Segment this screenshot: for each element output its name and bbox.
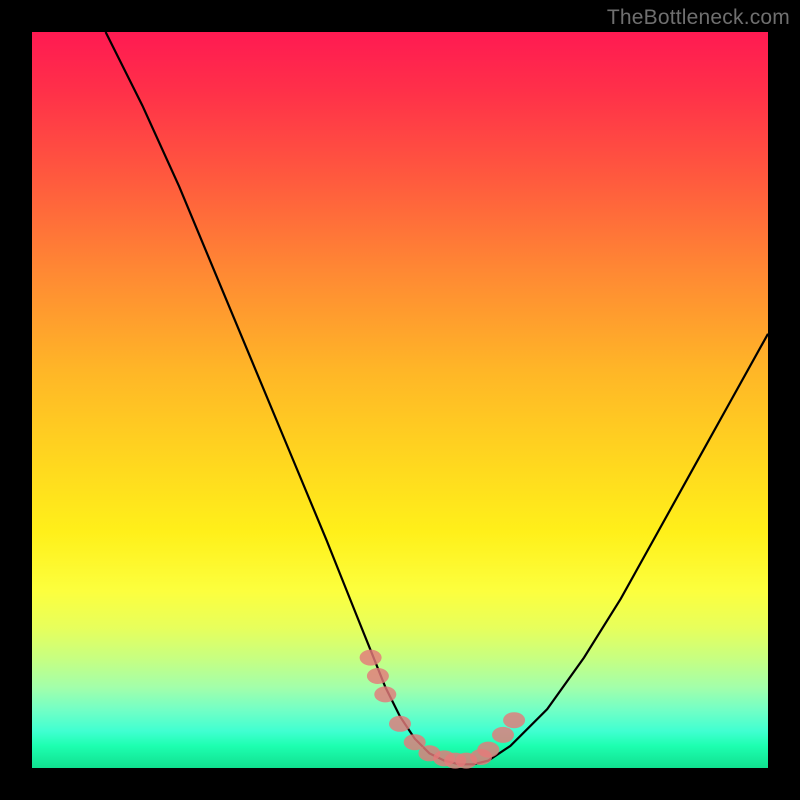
- curve-marker: [492, 727, 514, 743]
- curve-marker: [367, 668, 389, 684]
- curve-marker: [374, 686, 396, 702]
- chart-frame: TheBottleneck.com: [0, 0, 800, 800]
- curve-marker: [360, 650, 382, 666]
- watermark-text: TheBottleneck.com: [607, 6, 790, 30]
- bottleneck-curve: [106, 32, 768, 764]
- curve-marker: [389, 716, 411, 732]
- marker-group: [360, 650, 525, 769]
- plot-area: [32, 32, 768, 768]
- curve-marker: [503, 712, 525, 728]
- curve-svg: [32, 32, 768, 768]
- curve-marker: [477, 742, 499, 758]
